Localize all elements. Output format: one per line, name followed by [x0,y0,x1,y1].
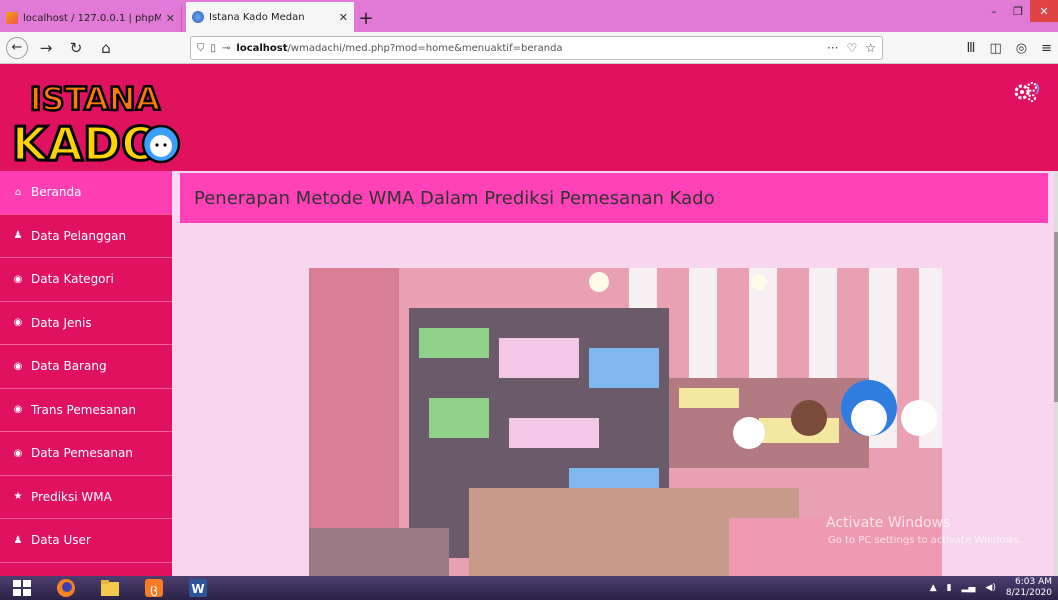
sidebar-item-label: Prediksi WMA [31,489,112,504]
site-header: ISTANA KADO [0,64,1058,171]
clock-time: 6:03 AM [1015,577,1052,587]
tab-title: Istana Kado Medan [209,11,305,23]
url-text: localhost/wmadachi/med.php?mod=home&menu… [236,42,563,54]
istana-kado-logo: ISTANA KADO [6,76,184,168]
window-controls: – ❐ ✕ [982,0,1058,22]
sidebar-item-data-pelanggan[interactable]: ♟ Data Pelanggan [0,215,172,258]
key-icon: ⊸ [222,42,231,54]
dashboard-icon: ◉ [13,404,23,416]
scrollbar-thumb[interactable] [1054,232,1058,402]
show-hidden-icons-icon[interactable]: ▲ [930,583,937,593]
new-tab-button[interactable]: + [354,4,378,32]
sidebar-toggle-icon[interactable]: ◫ [989,41,1001,56]
url-bar[interactable]: ⛉ ▯ ⊸ localhost/wmadachi/med.php?mod=hom… [190,36,883,60]
home-icon[interactable]: ⌂ [94,36,118,60]
tab-istana-kado[interactable]: Istana Kado Medan ✕ [186,2,354,32]
volume-icon[interactable]: ◀) [985,583,995,593]
back-arrow-icon[interactable]: ← [6,36,28,59]
shield-icon: ⛉ [197,42,205,54]
toolbar-right: Ⅲ ◫ ◎ ≡ [966,36,1052,60]
gear-icon[interactable] [1012,80,1040,102]
sidebar-item-data-pemesanan[interactable]: ◉ Data Pemesanan [0,432,172,476]
phpmyadmin-favicon-icon [6,12,18,24]
sidebar-item-data-kategori[interactable]: ◉ Data Kategori [0,258,172,302]
svg-text:ISTANA: ISTANA [30,80,161,118]
start-button[interactable] [0,576,44,600]
sidebar-item-beranda[interactable]: ⌂ Beranda [0,171,172,215]
svg-text:KADO: KADO [12,117,161,168]
sidebar-item-label: Data Pelanggan [31,228,127,243]
pocket-icon[interactable]: ♡ [846,41,857,55]
xampp-taskbar-icon[interactable]: ც [132,576,176,600]
activate-windows-hint: Go to PC settings to activate Windows. [828,535,1023,546]
more-actions-icon[interactable]: ··· [827,41,838,55]
forward-arrow-icon[interactable]: → [34,36,58,60]
sidebar-item-label: Data Pemesanan [31,446,133,461]
tab-close-icon[interactable]: ✕ [339,11,348,24]
battery-icon[interactable]: ▮ [947,583,952,593]
file-explorer-taskbar-icon[interactable] [88,576,132,600]
reload-icon[interactable]: ↻ [64,36,88,60]
system-tray: ▲ ▮ ▂▄ ◀) 6:03 AM 8/21/2020 [930,576,1052,600]
library-icon[interactable]: Ⅲ [966,41,975,56]
star-icon: ★ [13,491,23,503]
menu-icon[interactable]: ≡ [1041,41,1052,56]
sidebar-item-data-barang[interactable]: ◉ Data Barang [0,345,172,389]
windows-taskbar: ც W ▲ ▮ ▂▄ ◀) 6:03 AM 8/21/2020 [0,576,1058,600]
minimize-button[interactable]: – [982,0,1006,22]
dashboard-icon: ◉ [13,317,23,329]
url-actions: ··· ♡ ☆ [827,41,876,55]
sidebar-item-label: Beranda [31,185,82,200]
firefox-taskbar-icon[interactable] [44,576,88,600]
sidebar-item-prediksi-wma[interactable]: ★ Prediksi WMA [0,476,172,519]
tab-phpmyadmin[interactable]: localhost / 127.0.0.1 | phpMyAd ✕ [0,4,182,32]
sidebar-item-data-user[interactable]: ♟ Data User [0,519,172,563]
clock[interactable]: 6:03 AM 8/21/2020 [1006,577,1052,599]
sidebar-item-label: Data Kategori [31,272,114,287]
sidebar-item-label: Data Jenis [31,315,92,330]
sidebar-item-label: Data User [31,533,91,548]
tab-title: localhost / 127.0.0.1 | phpMyAd [23,12,161,24]
sidebar-item-label: Trans Pemesanan [31,402,136,417]
word-taskbar-icon[interactable]: W [176,576,220,600]
bookmark-star-icon[interactable]: ☆ [865,41,876,55]
dashboard-icon: ◉ [13,447,23,459]
close-window-button[interactable]: ✕ [1030,0,1058,22]
svg-text:ც: ც [150,582,157,597]
sidebar-item-data-jenis[interactable]: ◉ Data Jenis [0,302,172,345]
sidebar-item-trans-pemesanan[interactable]: ◉ Trans Pemesanan [0,389,172,432]
browser-navigation-bar: ← → ↻ ⌂ ⛉ ▯ ⊸ localhost/wmadachi/med.php… [0,32,1058,64]
dashboard-icon: ◉ [13,360,23,372]
page-icon: ▯ [210,42,217,54]
network-icon[interactable]: ▂▄ [962,583,976,593]
sidebar-item-label: Data Barang [31,359,107,374]
activate-windows-watermark: Activate Windows [826,515,951,531]
user-icon: ♟ [13,534,23,546]
browser-tab-bar: localhost / 127.0.0.1 | phpMyAd ✕ Istana… [0,0,1058,32]
tab-close-icon[interactable]: ✕ [166,12,175,25]
globe-favicon-icon [192,11,204,23]
windows-logo-icon [13,580,31,596]
sidebar: ⌂ Beranda ♟ Data Pelanggan ◉ Data Katego… [0,171,172,576]
svg-text:W: W [191,582,204,596]
home-icon: ⌂ [14,186,22,198]
dashboard-icon: ◉ [13,273,23,285]
user-icon: ♟ [13,230,23,242]
clock-date: 8/21/2020 [1005,588,1052,598]
page-title: Penerapan Metode WMA Dalam Prediksi Peme… [180,173,1048,223]
account-icon[interactable]: ◎ [1016,41,1027,56]
maximize-button[interactable]: ❐ [1006,0,1030,22]
